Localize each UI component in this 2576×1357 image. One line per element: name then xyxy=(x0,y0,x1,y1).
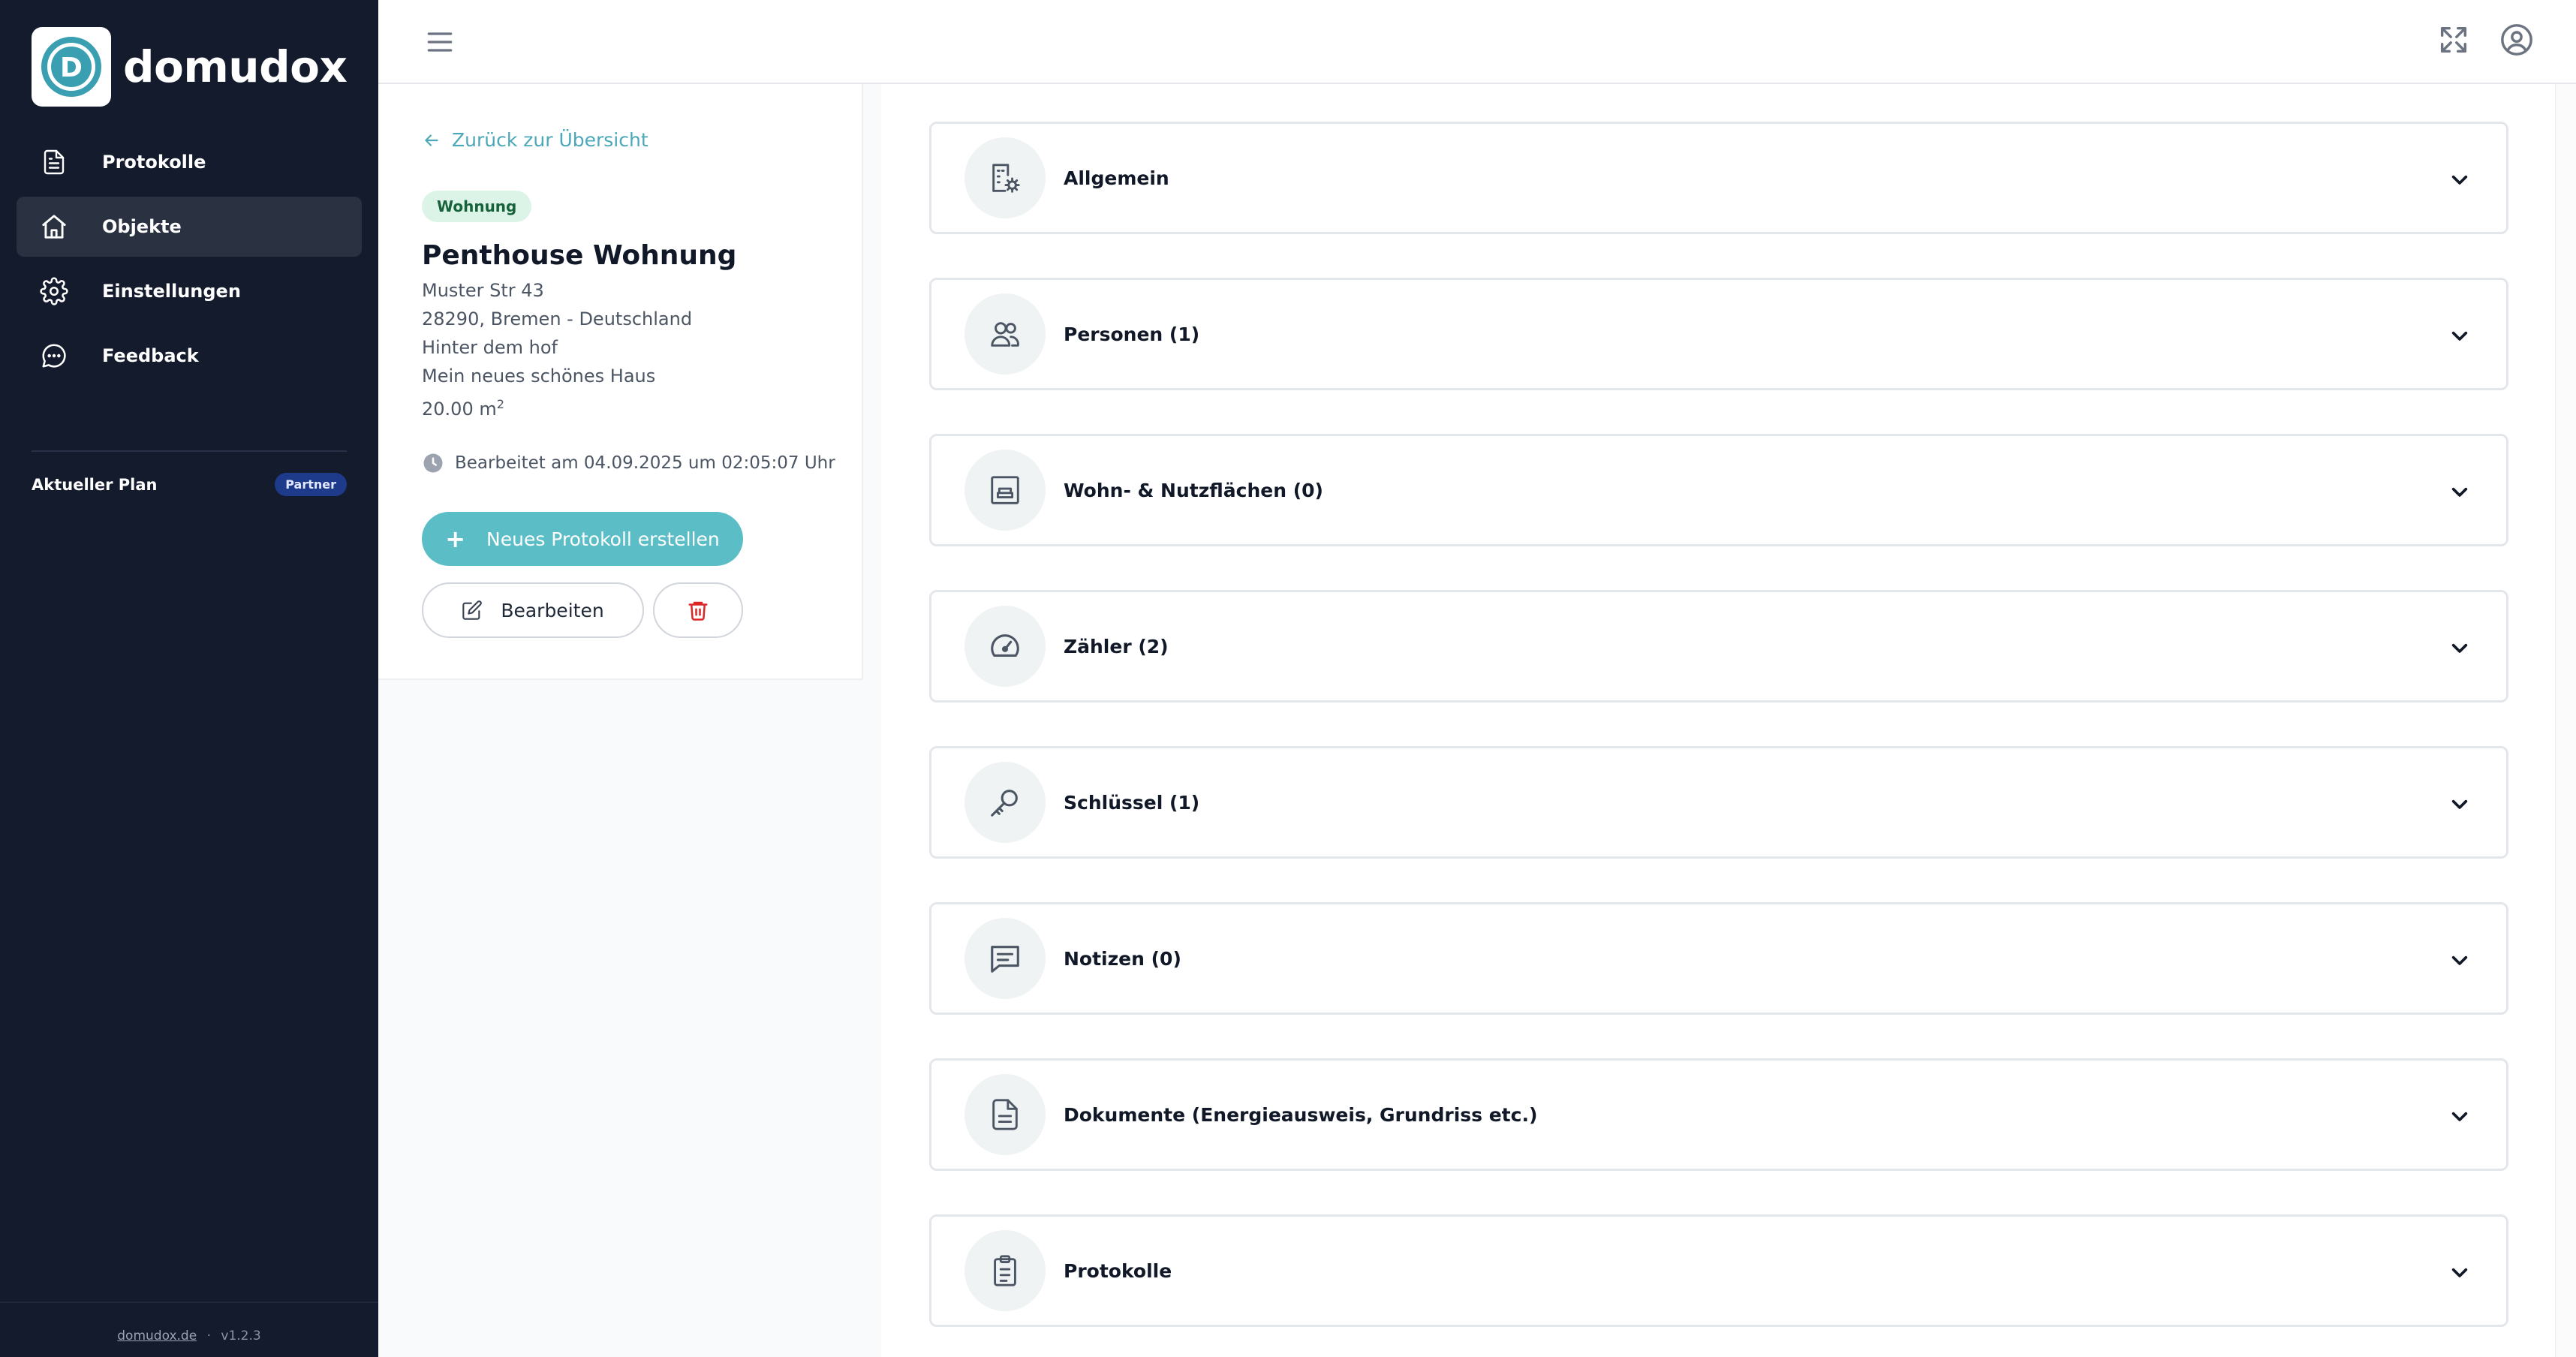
section-wohnflaechen[interactable]: Wohn- & Nutzflächen (0) xyxy=(929,434,2508,546)
document-icon xyxy=(964,1074,1046,1155)
brand-name: domudox xyxy=(123,41,348,92)
sidebar-item-einstellungen[interactable]: Einstellungen xyxy=(17,261,362,321)
hamburger-icon[interactable] xyxy=(423,26,456,59)
edit-button-label: Bearbeiten xyxy=(501,599,604,621)
clock-icon xyxy=(423,453,443,473)
object-address: Muster Str 43 28290, Bremen - Deutschlan… xyxy=(422,276,692,423)
version-label: v1.2.3 xyxy=(221,1328,261,1343)
section-personen[interactable]: Personen (1) xyxy=(929,278,2508,390)
website-link[interactable]: domudox.de xyxy=(117,1328,197,1343)
chat-icon xyxy=(38,339,71,372)
sidebar-item-label: Einstellungen xyxy=(102,281,241,302)
users-icon xyxy=(964,293,1046,375)
logo[interactable]: D domudox xyxy=(32,27,348,107)
object-detail-panel: Zurück zur Übersicht Wohnung Penthouse W… xyxy=(378,84,863,680)
section-label: Protokolle xyxy=(1064,1259,1172,1282)
sidebar-item-label: Objekte xyxy=(102,216,182,237)
last-edited: Bearbeitet am 04.09.2025 um 02:05:07 Uhr xyxy=(422,452,835,474)
section-schluessel[interactable]: Schlüssel (1) xyxy=(929,746,2508,859)
plan-label: Aktueller Plan xyxy=(32,475,158,494)
section-allgemein[interactable]: Allgemein xyxy=(929,122,2508,234)
object-type-badge: Wohnung xyxy=(422,191,532,222)
section-label: Notizen (0) xyxy=(1064,947,1181,970)
last-edited-text: Bearbeitet am 04.09.2025 um 02:05:07 Uhr xyxy=(455,453,835,473)
plan-badge[interactable]: Partner xyxy=(275,473,347,496)
top-header xyxy=(378,0,2576,84)
logo-mark: D xyxy=(32,27,111,107)
new-protocol-label: Neues Protokoll erstellen xyxy=(486,528,720,550)
note-icon xyxy=(964,918,1046,999)
footer-separator: · xyxy=(206,1328,211,1343)
address-city: 28290, Bremen - Deutschland xyxy=(422,308,693,329)
section-protokolle[interactable]: Protokolle xyxy=(929,1214,2508,1327)
section-zaehler[interactable]: Zähler (2) xyxy=(929,590,2508,703)
fullscreen-icon[interactable] xyxy=(2436,23,2472,59)
object-title: Penthouse Wohnung xyxy=(422,240,737,271)
clipboard-icon xyxy=(964,1230,1046,1311)
gauge-icon xyxy=(964,606,1046,687)
section-dokumente[interactable]: Dokumente (Energieausweis, Grundriss etc… xyxy=(929,1058,2508,1171)
delete-button[interactable] xyxy=(653,582,743,638)
chevron-down-icon xyxy=(2445,789,2475,819)
divider xyxy=(0,1301,378,1303)
object-description: Mein neues schönes Haus xyxy=(422,366,656,387)
chevron-down-icon xyxy=(2445,164,2475,194)
object-area-value: 20.00 m xyxy=(422,399,497,420)
sidebar-item-objekte[interactable]: Objekte xyxy=(17,197,362,257)
sidebar-nav: Protokolle Objekte Einstellungen Feedbac… xyxy=(17,132,362,390)
sections-area: Allgemein Personen (1) Wohn- & Nutzfläch… xyxy=(881,84,2555,1357)
sidebar-item-label: Protokolle xyxy=(102,152,206,173)
home-icon xyxy=(38,210,71,243)
chevron-down-icon xyxy=(2445,945,2475,975)
chevron-down-icon xyxy=(2445,1257,2475,1287)
object-area-unit: 2 xyxy=(496,397,504,411)
document-icon xyxy=(38,146,71,179)
current-plan: Aktueller Plan Partner xyxy=(32,473,347,496)
section-label: Schlüssel (1) xyxy=(1064,791,1200,814)
section-label: Wohn- & Nutzflächen (0) xyxy=(1064,479,1323,501)
key-icon xyxy=(964,762,1046,843)
scrollbar[interactable] xyxy=(2555,84,2576,1357)
chevron-down-icon xyxy=(2445,320,2475,351)
address-extra: Hinter dem hof xyxy=(422,337,558,358)
section-label: Allgemein xyxy=(1064,167,1169,189)
section-notizen[interactable]: Notizen (0) xyxy=(929,902,2508,1015)
object-area: 20.00 m2 xyxy=(422,390,692,423)
chevron-down-icon xyxy=(2445,477,2475,507)
chevron-down-icon xyxy=(2445,1101,2475,1131)
sidebar-item-protokolle[interactable]: Protokolle xyxy=(17,132,362,192)
section-label: Personen (1) xyxy=(1064,323,1200,345)
back-to-overview-link[interactable]: Zurück zur Übersicht xyxy=(422,129,649,151)
divider xyxy=(32,450,347,452)
chevron-down-icon xyxy=(2445,633,2475,663)
svg-text:D: D xyxy=(60,53,83,83)
room-icon xyxy=(964,450,1046,531)
arrow-left-icon xyxy=(425,134,438,146)
sidebar-item-label: Feedback xyxy=(102,345,199,366)
logo-d-icon: D xyxy=(41,37,101,97)
trash-icon xyxy=(688,601,708,621)
edit-button[interactable]: Bearbeiten xyxy=(422,582,644,638)
user-circle-icon[interactable] xyxy=(2499,23,2535,59)
gear-icon xyxy=(38,275,71,308)
edit-icon xyxy=(462,600,483,620)
back-link-label: Zurück zur Übersicht xyxy=(452,129,649,151)
new-protocol-button[interactable]: + Neues Protokoll erstellen xyxy=(422,512,743,566)
section-label: Zähler (2) xyxy=(1064,635,1169,657)
plus-icon: + xyxy=(445,525,466,553)
building-settings-icon xyxy=(964,137,1046,218)
sidebar-item-feedback[interactable]: Feedback xyxy=(17,326,362,386)
sidebar: D domudox Protokolle Objekte Einstellung… xyxy=(0,0,378,1357)
address-street: Muster Str 43 xyxy=(422,280,544,301)
section-label: Dokumente (Energieausweis, Grundriss etc… xyxy=(1064,1103,1538,1126)
sidebar-footer: domudox.de · v1.2.3 xyxy=(0,1328,378,1343)
